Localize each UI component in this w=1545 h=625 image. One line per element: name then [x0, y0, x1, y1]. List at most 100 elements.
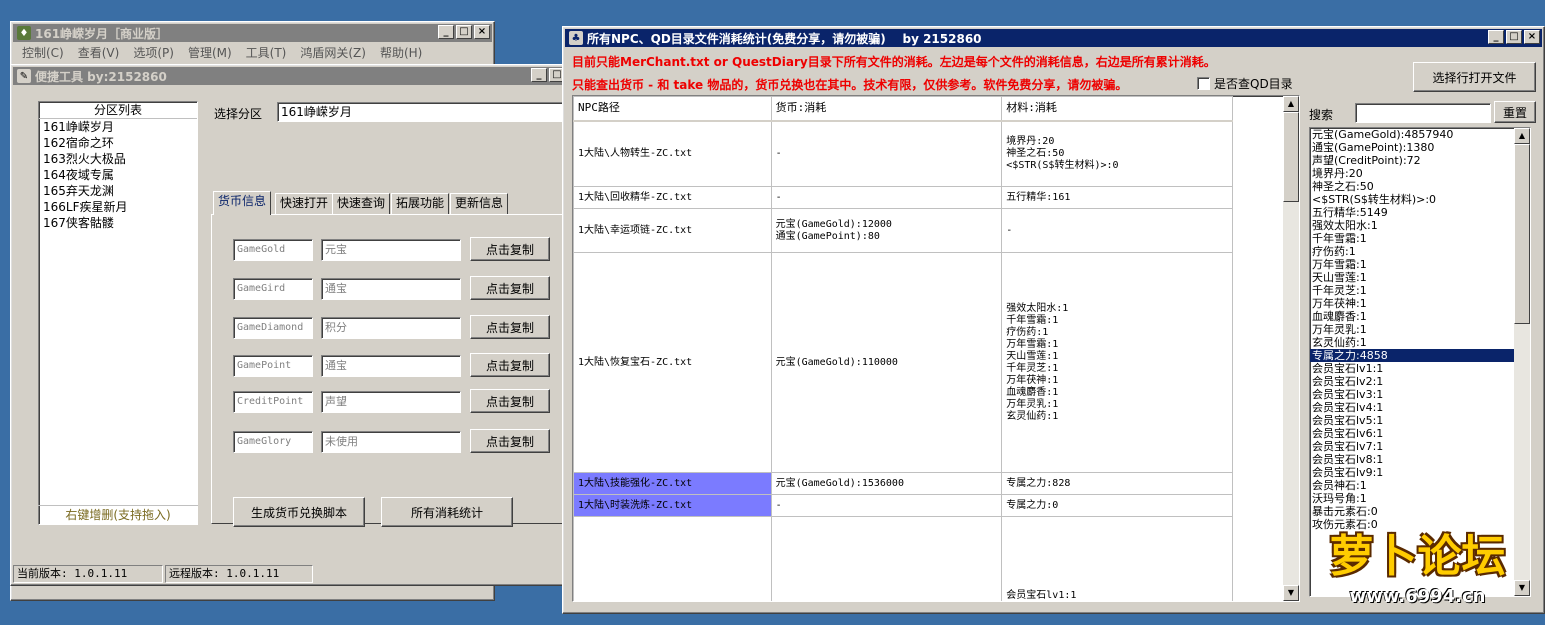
cell-path[interactable]: 1大陆\技能强化-ZC.txt — [573, 472, 772, 495]
stats-minimize-button[interactable]: _ — [1488, 30, 1504, 44]
list-item[interactable]: 162宿命之环 — [39, 135, 197, 151]
list-item[interactable]: 会员宝石lv2:1 — [1310, 375, 1514, 388]
scroll-up-arrow-icon[interactable]: ▲ — [1283, 96, 1299, 112]
scroll-thumb[interactable] — [1283, 112, 1299, 202]
cell-path[interactable]: 1大陆\回收精华-ZC.txt — [573, 186, 772, 209]
checkbox-box[interactable] — [1197, 77, 1210, 90]
copy-button[interactable]: 点击复制 — [470, 315, 550, 339]
list-item[interactable]: <$STR(S$转生材料)>:0 — [1310, 193, 1514, 206]
cell-material[interactable]: 五行精华:161 — [1001, 186, 1233, 209]
tab-quick-open[interactable]: 快速打开 — [275, 193, 334, 214]
totals-scroll-thumb[interactable] — [1514, 144, 1530, 324]
currency-code-field[interactable]: GameGold — [233, 239, 313, 261]
copy-button[interactable]: 点击复制 — [470, 353, 550, 377]
table-row[interactable]: 1大陆\时装洗炼-ZC.txt - 专属之力:0 — [573, 494, 1233, 517]
list-item[interactable]: 167侠客骷髅 — [39, 215, 197, 231]
list-item[interactable]: 神圣之石:50 — [1310, 180, 1514, 193]
cell-currency[interactable]: 元宝(GameGold):12000 通宝(GamePoint):80 — [770, 208, 1003, 253]
currency-name-field[interactable]: 通宝 — [321, 278, 461, 300]
qd-checkbox[interactable]: 是否查QD目录 — [1197, 75, 1293, 92]
list-item[interactable]: 会员宝石lv9:1 — [1310, 466, 1514, 479]
list-item[interactable]: 164夜域专属 — [39, 167, 197, 183]
minimize-button[interactable]: _ — [438, 25, 454, 39]
currency-name-field[interactable]: 未使用 — [321, 431, 461, 453]
scroll-down-arrow-icon[interactable]: ▼ — [1283, 585, 1299, 601]
list-item[interactable]: 五行精华:5149 — [1310, 206, 1514, 219]
currency-name-field[interactable]: 通宝 — [321, 355, 461, 377]
copy-button[interactable]: 点击复制 — [470, 237, 550, 261]
table-scrollbar[interactable]: ▲ ▼ — [1283, 96, 1299, 601]
cell-material[interactable]: - — [1001, 208, 1233, 253]
list-item[interactable]: 沃玛号角:1 — [1310, 492, 1514, 505]
table-row[interactable]: 1大陆\技能强化-ZC.txt 元宝(GameGold):1536000 专属之… — [573, 472, 1233, 495]
list-item[interactable]: 会员宝石lv3:1 — [1310, 388, 1514, 401]
list-item[interactable]: 专属之力:4858 — [1310, 349, 1514, 362]
list-item[interactable]: 万年茯神:1 — [1310, 297, 1514, 310]
currency-code-field[interactable]: GameGlory — [233, 431, 313, 453]
menu-help[interactable]: 帮助(H) — [373, 44, 429, 62]
cell-material[interactable]: 专属之力:0 — [1001, 494, 1233, 517]
menu-tools[interactable]: 工具(T) — [239, 44, 294, 62]
list-item[interactable]: 会员宝石lv7:1 — [1310, 440, 1514, 453]
list-item[interactable]: 166LF疾星新月 — [39, 199, 197, 215]
stats-close-button[interactable]: × — [1524, 30, 1540, 44]
list-item[interactable]: 会员宝石lv5:1 — [1310, 414, 1514, 427]
list-item[interactable]: 元宝(GameGold):4857940 — [1310, 128, 1514, 141]
menu-control[interactable]: 控制(C) — [15, 44, 71, 62]
cell-currency[interactable]: 元宝(GameGold):1536000 — [770, 472, 1003, 495]
totals-scrollbar[interactable]: ▲ ▼ — [1514, 128, 1530, 596]
list-item[interactable]: 境界丹:20 — [1310, 167, 1514, 180]
menu-view[interactable]: 查看(V) — [71, 44, 127, 62]
tool-window-titlebar[interactable]: ✎ 便捷工具 by:2152860 _ □ — [13, 67, 567, 85]
partition-list[interactable]: 分区列表 161峥嵘岁月 162宿命之环 163烈火大极品 164夜域专属 16… — [38, 101, 198, 525]
reset-button[interactable]: 重置 — [1494, 101, 1536, 123]
cell-currency[interactable]: - — [770, 494, 1003, 517]
list-item[interactable]: 会员宝石lv8:1 — [1310, 453, 1514, 466]
stats-maximize-button[interactable]: □ — [1506, 30, 1522, 44]
cell-path[interactable]: 1大陆\时装洗炼-ZC.txt — [573, 494, 772, 517]
cell-path[interactable]: 1大陆\恢复宝石-ZC.txt — [573, 252, 772, 473]
list-item[interactable]: 163烈火大极品 — [39, 151, 197, 167]
table-row[interactable]: 1大陆\人物转生-ZC.txt - 境界丹:20 神圣之石:50 <$STR(S… — [573, 120, 1233, 187]
cell-path[interactable]: 1大陆\人物转生-ZC.txt — [573, 120, 772, 187]
list-item[interactable]: 千年雪霜:1 — [1310, 232, 1514, 245]
table-row[interactable]: 会员宝石lv1:1 会员宝石lv2:1 会员宝石lv3:1 — [573, 516, 1233, 601]
table-row[interactable]: 1大陆\恢复宝石-ZC.txt 元宝(GameGold):110000 强效太阳… — [573, 252, 1233, 473]
list-item[interactable]: 天山雪莲:1 — [1310, 271, 1514, 284]
tab-extensions[interactable]: 拓展功能 — [391, 193, 450, 214]
list-item[interactable]: 强效太阳水:1 — [1310, 219, 1514, 232]
partition-select[interactable]: 161峥嵘岁月 — [277, 102, 565, 122]
cell-path[interactable] — [573, 516, 772, 601]
generate-script-button[interactable]: 生成货币兑换脚本 — [233, 497, 365, 527]
copy-button[interactable]: 点击复制 — [470, 429, 550, 453]
menu-options[interactable]: 选项(P) — [126, 44, 181, 62]
cell-material[interactable]: 专属之力:828 — [1001, 472, 1233, 495]
currency-code-field[interactable]: GameGird — [233, 278, 313, 300]
list-item[interactable]: 万年灵乳:1 — [1310, 323, 1514, 336]
totals-scroll-up-arrow-icon[interactable]: ▲ — [1514, 128, 1530, 144]
cell-currency[interactable]: - — [770, 186, 1003, 209]
currency-name-field[interactable]: 声望 — [321, 391, 461, 413]
menu-gateway[interactable]: 鸿盾网关(Z) — [293, 44, 373, 62]
copy-button[interactable]: 点击复制 — [470, 389, 550, 413]
main-window-titlebar[interactable]: ♦ 161峥嵘岁月［商业版］ _ □ × — [13, 24, 492, 42]
maximize-button[interactable]: □ — [456, 25, 472, 39]
table-row[interactable]: 1大陆\回收精华-ZC.txt - 五行精华:161 — [573, 186, 1233, 209]
cell-currency[interactable] — [770, 516, 1003, 601]
list-item[interactable]: 万年雪霜:1 — [1310, 258, 1514, 271]
tool-minimize-button[interactable]: _ — [531, 68, 547, 82]
list-item[interactable]: 千年灵芝:1 — [1310, 284, 1514, 297]
header-material[interactable]: 材料:消耗 — [1001, 96, 1233, 122]
totals-list[interactable]: 元宝(GameGold):4857940 通宝(GamePoint):1380 声望… — [1309, 127, 1531, 597]
cell-path[interactable]: 1大陆\幸运项链-ZC.txt — [573, 208, 772, 253]
cell-material[interactable]: 强效太阳水:1 千年雪霜:1 疗伤药:1 万年雪霜:1 天山雪莲:1 千年灵芝:… — [1001, 252, 1233, 473]
cell-currency[interactable]: 元宝(GameGold):110000 — [770, 252, 1003, 473]
tab-quick-query[interactable]: 快速查询 — [332, 193, 391, 214]
header-currency[interactable]: 货币:消耗 — [770, 96, 1003, 122]
search-input[interactable] — [1355, 103, 1491, 123]
list-item[interactable]: 疗伤药:1 — [1310, 245, 1514, 258]
list-item[interactable]: 暴击元素石:0 — [1310, 505, 1514, 518]
list-item[interactable]: 会员神石:1 — [1310, 479, 1514, 492]
stats-window-titlebar[interactable]: ♣ 所有NPC、QD目录文件消耗统计(免费分享，请勿被骗) by 2152860… — [565, 29, 1542, 47]
header-npc-path[interactable]: NPC路径 — [573, 96, 772, 122]
